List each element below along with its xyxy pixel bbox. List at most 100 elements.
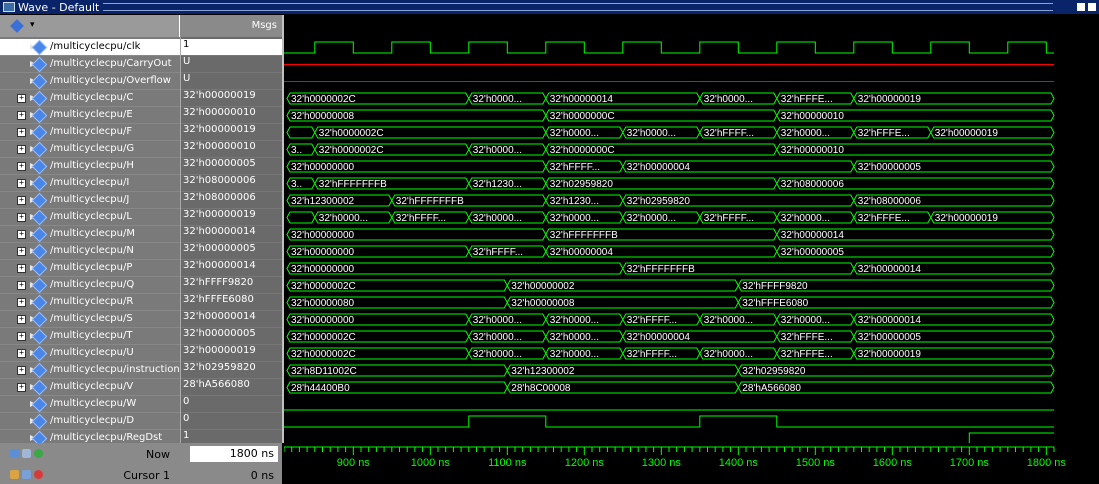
signal-value[interactable]: U [181, 73, 283, 90]
signal-value[interactable]: 32'h00000019 [181, 209, 283, 226]
add-cursor-icon[interactable] [10, 449, 19, 458]
wave-J[interactable]: 32'h12300002 32'hFFFFFFFB 32'h1230... 32'h0… [286, 194, 1055, 207]
signal-row[interactable]: /multicyclecpu/clk [0, 39, 180, 56]
expand-icon[interactable]: + [17, 349, 26, 358]
wave-S[interactable]: 32'h00000000 32'h0000... 32'h0000... 32'hFF… [286, 313, 1055, 326]
wave-N[interactable]: 32'h00000000 32'hFFFF... 32'h00000004 32'h0… [286, 245, 1055, 258]
signal-row[interactable]: /multicyclecpu/D [0, 413, 180, 430]
signal-value[interactable]: 32'h08000006 [181, 175, 283, 192]
wave-Q[interactable]: 32'h0000002C 32'h00000002 32'hFFFF9820 [286, 279, 1055, 292]
signal-row[interactable]: + /multicyclecpu/V [0, 379, 180, 396]
expand-icon[interactable]: + [17, 383, 26, 392]
signal-row[interactable]: + /multicyclecpu/N [0, 243, 180, 260]
signal-row[interactable]: + /multicyclecpu/U [0, 345, 180, 362]
lock-icon[interactable] [10, 470, 19, 479]
expand-icon[interactable]: + [17, 128, 26, 137]
signal-row[interactable]: + /multicyclecpu/F [0, 124, 180, 141]
signal-row[interactable]: /multicyclecpu/RegDst [0, 430, 180, 443]
signal-row[interactable]: + /multicyclecpu/E [0, 107, 180, 124]
signal-value[interactable]: 32'h00000005 [181, 328, 283, 345]
signal-value[interactable]: 32'h00000019 [181, 345, 283, 362]
signal-value[interactable]: U [181, 56, 283, 73]
maximize-button[interactable] [1088, 3, 1096, 11]
expand-icon[interactable]: + [17, 145, 26, 154]
wave-H[interactable]: 32'h00000000 32'hFFFF... 32'h00000004 32'h0… [286, 160, 1055, 173]
signal-value[interactable]: 32'hFFFE6080 [181, 294, 283, 311]
wave-M[interactable]: 32'h00000000 32'hFFFFFFFB 32'h00000014 [286, 228, 1055, 241]
wave-RegDst[interactable] [284, 432, 1054, 443]
signal-value[interactable]: 0 [181, 413, 283, 430]
lock-cursor-icon[interactable] [22, 449, 31, 458]
signal-value[interactable]: 32'h08000006 [181, 192, 283, 209]
signal-row[interactable]: + /multicyclecpu/S [0, 311, 180, 328]
expand-icon[interactable]: + [17, 315, 26, 324]
expand-icon[interactable]: + [17, 179, 26, 188]
wave-U[interactable]: 32'h0000002C 32'h0000... 32'h0000... 32'hFF… [286, 347, 1055, 360]
diamond-menu-icon[interactable] [10, 19, 24, 33]
wave-P[interactable]: 32'h00000000 32'hFFFFFFFB 32'h00000014 [286, 262, 1055, 275]
signal-value[interactable]: 32'h00000014 [181, 311, 283, 328]
wave-L[interactable]: 32'h0000... 32'hFFFF... 32'h0000... 32'h000… [286, 211, 1055, 224]
wave-D[interactable] [284, 415, 1054, 428]
signal-row[interactable]: + /multicyclecpu/C [0, 90, 180, 107]
signal-value[interactable]: 32'h00000005 [181, 158, 283, 175]
waveform-canvas[interactable]: 32'h0000002C 32'h0000... 32'h00000014 32'h0… [284, 37, 1099, 443]
wave-G[interactable]: 3.. 32'h0000002C 32'h0000... 32'h0000000C 32… [286, 143, 1055, 156]
signal-value[interactable]: 32'h00000010 [181, 107, 283, 124]
signal-value[interactable]: 28'hA566080 [181, 379, 283, 396]
signal-row[interactable]: /multicyclecpu/W [0, 396, 180, 413]
pencil-icon[interactable] [22, 470, 31, 479]
signal-value[interactable]: 32'h02959820 [181, 362, 283, 379]
expand-icon[interactable]: + [17, 264, 26, 273]
wave-V[interactable]: 28'h44400B0 28'h8C00008 28'hA566080 [286, 381, 1055, 394]
expand-icon[interactable]: + [17, 247, 26, 256]
expand-icon[interactable]: + [17, 111, 26, 120]
signal-value[interactable]: 32'h00000019 [181, 90, 283, 107]
wave-instruction[interactable]: 32'h8D11002C 32'h12300002 32'h02959820 [286, 364, 1055, 377]
plus-cursor-icon[interactable] [34, 449, 43, 458]
signal-value[interactable]: 32'h00000014 [181, 226, 283, 243]
signal-value[interactable]: 1 [181, 39, 283, 56]
signal-row[interactable]: + /multicyclecpu/instruction [0, 362, 180, 379]
signal-value[interactable]: 0 [181, 396, 283, 413]
signal-value[interactable]: 32'hFFFF9820 [181, 277, 283, 294]
chevron-down-icon[interactable]: ▾ [30, 20, 35, 30]
signal-row[interactable]: + /multicyclecpu/R [0, 294, 180, 311]
wave-clk[interactable] [284, 41, 1054, 54]
signal-row[interactable]: + /multicyclecpu/P [0, 260, 180, 277]
signal-value[interactable]: 32'h00000010 [181, 141, 283, 158]
expand-icon[interactable]: + [17, 94, 26, 103]
wave-F[interactable]: 32'h0000002C 32'h0000... 32'h0000... 32'hFF… [286, 126, 1055, 139]
signal-value[interactable]: 32'h00000014 [181, 260, 283, 277]
expand-icon[interactable]: + [17, 196, 26, 205]
signal-row[interactable]: + /multicyclecpu/T [0, 328, 180, 345]
signal-row[interactable]: + /multicyclecpu/M [0, 226, 180, 243]
wave-T[interactable]: 32'h0000002C 32'h0000... 32'h0000... 32'h00… [286, 330, 1055, 343]
signal-row[interactable]: /multicyclecpu/Overflow [0, 73, 180, 90]
expand-icon[interactable]: + [17, 162, 26, 171]
signal-row[interactable]: + /multicyclecpu/Q [0, 277, 180, 294]
signal-row[interactable]: + /multicyclecpu/L [0, 209, 180, 226]
remove-cursor-icon[interactable] [34, 470, 43, 479]
expand-icon[interactable]: + [17, 298, 26, 307]
expand-icon[interactable]: + [17, 230, 26, 239]
signal-value[interactable]: 32'h00000005 [181, 243, 283, 260]
signal-value[interactable]: 1 [181, 430, 283, 443]
signal-value[interactable]: 32'h00000019 [181, 124, 283, 141]
signal-row[interactable]: + /multicyclecpu/H [0, 158, 180, 175]
wave-E[interactable]: 32'h00000008 32'h0000000C 32'h00000010 [286, 109, 1055, 122]
signal-row[interactable]: + /multicyclecpu/G [0, 141, 180, 158]
wave-I[interactable]: 3.. 32'hFFFFFFFB 32'h1230... 32'h02959820 32… [286, 177, 1055, 190]
waveform-pane[interactable]: 32'h0000002C 32'h0000... 32'h00000014 32'h0… [284, 37, 1099, 443]
undock-button[interactable] [1077, 3, 1085, 11]
expand-icon[interactable]: + [17, 213, 26, 222]
wave-R[interactable]: 32'h00000080 32'h00000008 32'hFFFE6080 [286, 296, 1055, 309]
signal-row[interactable]: + /multicyclecpu/I [0, 175, 180, 192]
wave-C[interactable]: 32'h0000002C 32'h0000... 32'h00000014 32'h0… [286, 92, 1055, 105]
timeline-ruler[interactable]: 900 ns 1000 ns 1100 ns 1200 ns 1300 ns 1400 n… [284, 443, 1099, 484]
expand-icon[interactable]: + [17, 332, 26, 341]
cursor-1-label[interactable]: Cursor 1 [123, 469, 170, 482]
expand-icon[interactable]: + [17, 281, 26, 290]
signal-row[interactable]: /multicyclecpu/CarryOut [0, 56, 180, 73]
expand-icon[interactable]: + [17, 366, 26, 375]
